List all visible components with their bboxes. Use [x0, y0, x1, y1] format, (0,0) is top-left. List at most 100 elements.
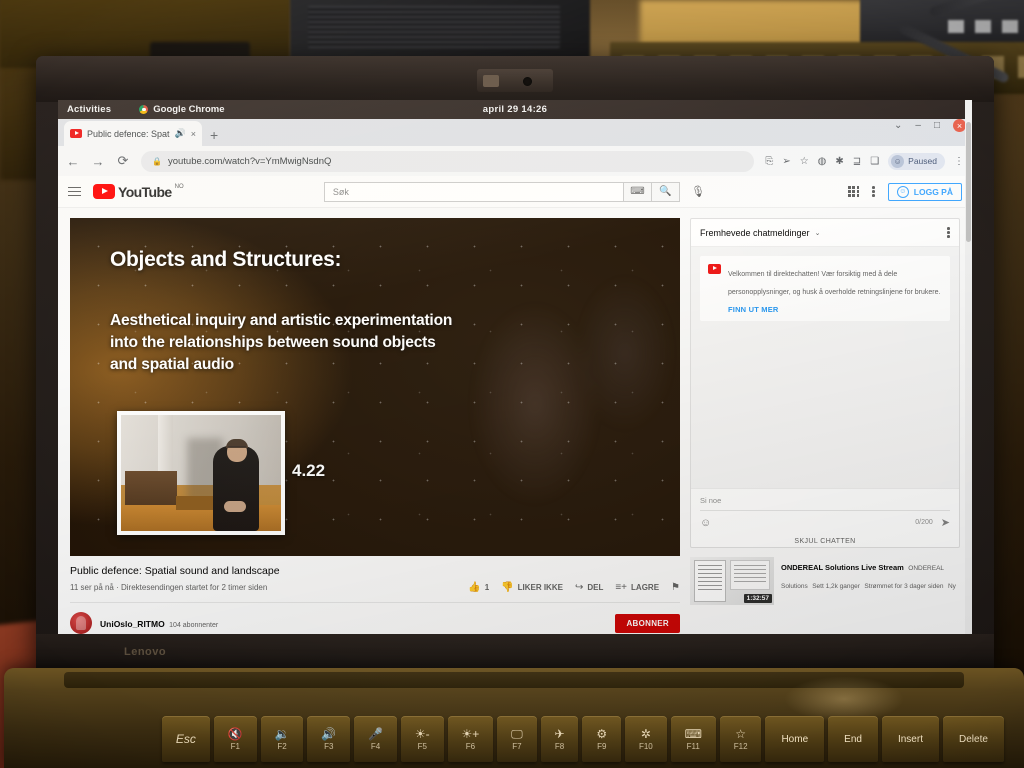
- key-f8-airplane[interactable]: ✈ F8: [540, 716, 579, 762]
- key-end[interactable]: End: [828, 716, 878, 762]
- key-f9-settings[interactable]: ⚙ F9: [582, 716, 622, 762]
- picture-in-picture-speaker: [117, 411, 285, 535]
- share-icon[interactable]: ⎘: [765, 156, 773, 167]
- extension-shield-icon[interactable]: ◍: [818, 156, 827, 167]
- secondary-column: Fremhevede chatmeldinger ⌄ Velkommen til…: [690, 218, 960, 634]
- key-f5-brightness-down[interactable]: ☀- F5: [400, 716, 444, 762]
- channel-name[interactable]: UniOslo_RITMO: [100, 619, 165, 629]
- keyboard-icon[interactable]: ⌨: [623, 181, 652, 202]
- webcam-privacy-shutter: [483, 75, 499, 87]
- chat-learn-more-link[interactable]: FINN UT MER: [728, 305, 942, 314]
- key-insert[interactable]: Insert: [881, 716, 939, 762]
- channel-avatar[interactable]: [70, 612, 92, 634]
- key-f4-mic-mute[interactable]: 🎤 F4: [354, 716, 397, 762]
- send-icon[interactable]: ➢: [782, 156, 790, 167]
- window-maximize-button[interactable]: □: [934, 120, 940, 131]
- volume-up-icon: 🔊: [321, 726, 337, 741]
- search-input[interactable]: Søk: [323, 181, 624, 202]
- hamburger-icon[interactable]: [68, 186, 81, 197]
- youtube-settings-kebab-icon[interactable]: [872, 186, 875, 197]
- like-count: 1: [484, 583, 490, 592]
- send-message-icon[interactable]: ➤: [941, 516, 950, 529]
- chrome-icon: [139, 105, 149, 114]
- chat-char-count: 0/200: [915, 519, 933, 526]
- window-minimize-button[interactable]: –: [915, 120, 921, 131]
- key-f1-label: F1: [230, 741, 240, 751]
- youtube-logo[interactable]: YouTube NO: [93, 183, 184, 200]
- key-f12-favorite[interactable]: ☆ F12: [719, 716, 762, 762]
- apps-grid-icon[interactable]: [848, 186, 860, 197]
- activities-button[interactable]: Activities: [67, 104, 111, 115]
- live-chat-messages[interactable]: Velkommen til direktechatten! Vær forsik…: [691, 247, 959, 488]
- airplane-mode-icon: ✈: [554, 726, 565, 741]
- video-player[interactable]: Objects and Structures: Aesthetical inqu…: [70, 218, 680, 556]
- browser-tab[interactable]: Public defence: Spati 🔊 ×: [64, 121, 202, 146]
- sidepanel-icon[interactable]: ❑: [870, 156, 879, 167]
- address-bar[interactable]: 🔒 youtube.com/watch?v=YmMwigNsdnQ: [141, 150, 755, 172]
- slide-subtitle: Aesthetical inquiry and artistic experim…: [110, 312, 453, 374]
- slide-timecode: 4.22: [292, 461, 326, 480]
- youtube-header-right: ☺ LOGG PÅ: [848, 182, 962, 201]
- active-app-indicator[interactable]: Google Chrome: [139, 104, 225, 115]
- new-tab-button[interactable]: +: [210, 128, 218, 142]
- save-button[interactable]: ≡+ LAGRE: [615, 582, 659, 593]
- youtube-wordmark: YouTube: [118, 184, 172, 200]
- key-f7-display-switch[interactable]: 🖵 F7: [497, 716, 537, 762]
- youtube-favicon: [70, 129, 82, 138]
- key-f8-label: F8: [554, 741, 565, 751]
- key-delete[interactable]: Delete: [943, 716, 1004, 762]
- youtube-body: Objects and Structures: Aesthetical inqu…: [58, 208, 972, 634]
- recommended-views: Sett 1,2k ganger: [812, 583, 860, 590]
- chevron-down-icon[interactable]: ⌄: [815, 229, 821, 237]
- live-chat-footer: Si noe ☺ 0/200 ➤: [691, 488, 959, 533]
- recommended-duration: 1:32:57: [743, 594, 772, 603]
- key-f6-brightness-up[interactable]: ☀+ F6: [447, 716, 494, 762]
- brightness-up-icon: ☀+: [461, 726, 480, 741]
- omnibox-action-icons: ⎘ ➢ ☆ ◍ ✱ ⊒ ❑ ☺ Paused ⋮: [765, 152, 964, 170]
- puzzle-extension-icon[interactable]: ✱: [835, 156, 843, 167]
- primary-column: Objects and Structures: Aesthetical inqu…: [70, 218, 680, 634]
- key-f11-keyboard[interactable]: ⌨ F11: [670, 716, 716, 762]
- key-f10-bluetooth[interactable]: ✲ F10: [625, 716, 667, 762]
- reading-list-icon[interactable]: ⊒: [853, 156, 861, 167]
- thumbnail-document-left: [694, 560, 726, 602]
- hide-chat-button[interactable]: SKJUL CHATTEN: [691, 533, 959, 547]
- forward-button[interactable]: →: [91, 154, 105, 169]
- video-title: Public defence: Spatial sound and landsc…: [70, 565, 280, 577]
- chat-input[interactable]: Si noe: [700, 496, 950, 511]
- search-button-icon[interactable]: 🔍: [651, 181, 680, 202]
- profile-chip[interactable]: ☺ Paused: [888, 152, 945, 170]
- key-f7-label: F7: [512, 741, 522, 751]
- chat-menu-kebab-icon[interactable]: [947, 227, 950, 238]
- key-f1-mute[interactable]: 🔇 F1: [213, 716, 257, 762]
- key-f3-volume-up[interactable]: 🔊 F3: [307, 716, 351, 762]
- back-button[interactable]: ←: [66, 154, 80, 169]
- chat-message-body: Velkommen til direktechatten! Vær forsik…: [728, 263, 942, 314]
- key-f2-volume-down[interactable]: 🔉 F2: [260, 716, 304, 762]
- dislike-button[interactable]: 👎 LIKER IKKE: [501, 582, 563, 593]
- omnibox-toolbar: ← → ⟳ 🔒 youtube.com/watch?v=YmMwigNsdnQ …: [58, 146, 972, 176]
- tab-close-icon[interactable]: ×: [191, 129, 196, 139]
- reload-button[interactable]: ⟳: [116, 153, 130, 169]
- scrollbar-thumb[interactable]: [966, 122, 971, 242]
- emoji-picker-icon[interactable]: ☺: [700, 517, 711, 529]
- subscribe-button[interactable]: ABONNER: [615, 613, 680, 633]
- report-button[interactable]: ⚑: [671, 582, 680, 593]
- recommended-info: ONDEREAL Solutions Live Stream ONDEREAL …: [781, 557, 960, 605]
- key-home[interactable]: Home: [765, 716, 825, 762]
- tab-audio-icon[interactable]: 🔊: [175, 128, 186, 139]
- share-button[interactable]: ↪ DEL: [575, 582, 603, 593]
- webcam-housing: [477, 69, 553, 92]
- os-clock[interactable]: april 29 14:26: [483, 104, 547, 115]
- mic-icon[interactable]: 🎙: [688, 182, 708, 202]
- bookmark-star-icon[interactable]: ☆: [800, 156, 809, 167]
- sign-in-button[interactable]: ☺ LOGG PÅ: [887, 182, 962, 201]
- youtube-play-icon: [93, 184, 115, 199]
- key-esc[interactable]: Esc: [162, 716, 210, 762]
- window-chevron-icon[interactable]: ⌄: [894, 120, 902, 131]
- recommended-video-item[interactable]: 1:32:57 ONDEREAL Solutions Live Stream O…: [690, 557, 960, 605]
- page-scrollbar[interactable]: [965, 100, 972, 634]
- chat-filter-label[interactable]: Fremhevede chatmeldinger: [700, 228, 810, 238]
- chrome-menu-icon[interactable]: ⋮: [954, 156, 964, 167]
- like-button[interactable]: 👍 1: [468, 582, 489, 593]
